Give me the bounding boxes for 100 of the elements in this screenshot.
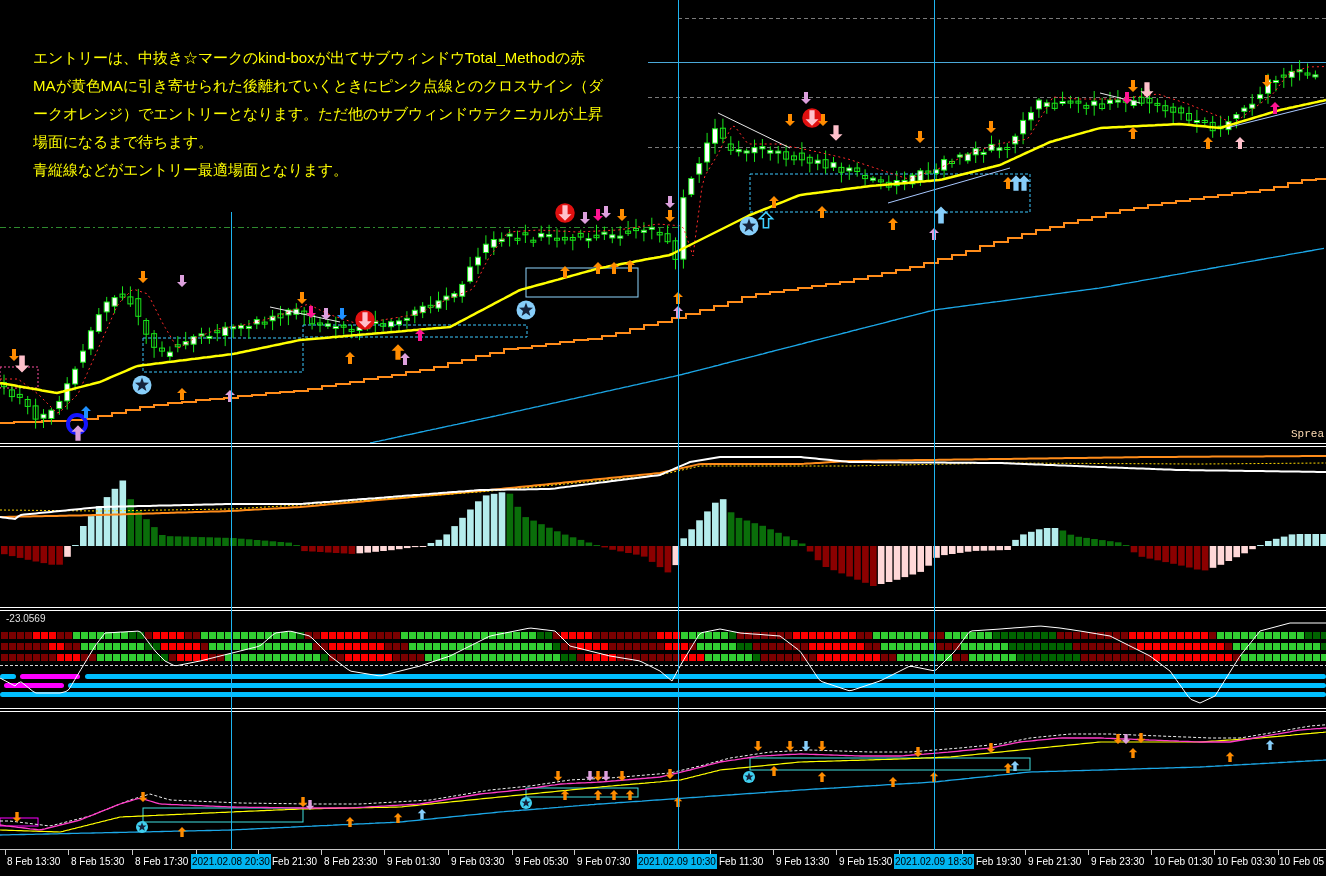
up-arrow-icon [345, 816, 355, 828]
down-arrow-icon [1128, 80, 1138, 92]
up-arrow-icon [1225, 751, 1235, 763]
down-arrow-icon [355, 310, 375, 330]
up-arrow-icon [593, 262, 603, 274]
time-label: 9 Feb 01:30 [387, 855, 441, 869]
spread-label: Sprea [1291, 428, 1324, 441]
down-arrow-icon [817, 740, 827, 752]
down-arrow-icon [138, 271, 148, 283]
time-label: 9 Feb 03:30 [451, 855, 505, 869]
up-arrow-icon [560, 266, 570, 278]
up-arrow-icon [225, 390, 235, 402]
down-arrow-icon [665, 196, 675, 208]
down-arrow-icon [829, 125, 843, 141]
up-arrow-icon [1128, 747, 1138, 759]
up-arrow-icon [393, 812, 403, 824]
up-arrow-icon [1017, 175, 1031, 191]
up-arrow-icon [888, 218, 898, 230]
down-arrow-icon [1262, 75, 1272, 87]
time-label: Feb 11:30 [719, 855, 764, 869]
up-arrow-icon [888, 776, 898, 788]
up-arrow-icon [593, 789, 603, 801]
down-arrow-icon [1122, 92, 1132, 104]
down-arrow-icon [1113, 733, 1123, 745]
up-arrow-icon [345, 352, 355, 364]
up-arrow-icon [560, 789, 570, 801]
signal-band [20, 674, 80, 679]
up-arrow-icon [609, 789, 619, 801]
up-arrow-icon [1128, 127, 1138, 139]
up-arrow-icon [417, 808, 427, 820]
down-arrow-icon [337, 308, 347, 320]
down-arrow-icon [601, 206, 611, 218]
annotation-paragraph: エントリーは、中抜き☆マークのkind-boxが出てサブウィンドウTotal_Methodの赤 MAが黄色MAに引き寄せられた後離れていくときにピンク点線とのクロスサイン（ダ ークオレンジ）でエントリーとなります。ただ他のサブウィンドウテクニカルが上昇 場面になるまで待ちます。 [33, 48, 603, 152]
up-arrow-icon [625, 789, 635, 801]
up-arrow-icon [81, 406, 91, 418]
trend-line [269, 306, 341, 323]
crosshair-time-label: 2021.02.08 20:30 [191, 854, 271, 869]
up-arrow-icon [1003, 762, 1013, 774]
time-label: 10 Feb 01:30 [1154, 855, 1213, 869]
up-arrow-icon [1009, 175, 1023, 191]
up-arrow-icon [673, 306, 683, 318]
up-arrow-icon [400, 353, 410, 365]
down-arrow-icon [665, 768, 675, 780]
trend-line [1099, 92, 1141, 104]
up-arrow-icon [757, 211, 775, 229]
time-label: 10 Feb 03:30 [1217, 855, 1276, 869]
down-arrow-icon [553, 770, 563, 782]
down-arrow-icon [785, 114, 795, 126]
up-arrow-icon [1203, 137, 1213, 149]
down-arrow-icon [297, 292, 307, 304]
down-arrow-icon [915, 131, 925, 143]
time-label: 10 Feb 05 [1279, 855, 1325, 869]
down-arrow-icon [298, 796, 308, 808]
signal-band [0, 674, 16, 679]
down-arrow-icon [665, 210, 675, 222]
up-arrow-icon [934, 206, 948, 224]
crosshair-time-label: 2021.02.09 10:30 [637, 854, 717, 869]
up-arrow-icon [673, 796, 683, 808]
star-icon [136, 821, 148, 833]
down-arrow-icon [305, 799, 315, 811]
down-arrow-icon [555, 203, 575, 223]
down-arrow-icon [593, 209, 603, 221]
time-label: 9 Feb 21:30 [1028, 855, 1082, 869]
time-label: Feb 19:30 [976, 855, 1022, 869]
down-arrow-icon [585, 770, 595, 782]
time-label: Feb 21:30 [272, 855, 318, 869]
time-label: 8 Feb 17:30 [135, 855, 189, 869]
up-arrow-icon [391, 344, 405, 360]
down-arrow-icon [913, 746, 923, 758]
down-arrow-icon [306, 306, 316, 318]
time-label: 8 Feb 23:30 [324, 855, 378, 869]
time-label: 8 Feb 15:30 [71, 855, 125, 869]
up-arrow-icon [1010, 760, 1020, 772]
up-arrow-icon [177, 388, 187, 400]
time-label: 9 Feb 23:30 [1091, 855, 1145, 869]
annotation-paragraph: 青縦線などがエントリー最適場面となります。 [33, 160, 349, 180]
down-arrow-icon [785, 740, 795, 752]
down-arrow-icon [12, 811, 22, 823]
down-arrow-icon [580, 212, 590, 224]
up-arrow-icon [929, 771, 939, 783]
crosshair-time-label: 2021.02.09 18:30 [894, 854, 974, 869]
up-arrow-icon [1235, 137, 1245, 149]
range-frame [0, 366, 39, 389]
down-arrow-icon [1121, 733, 1131, 745]
up-arrow-icon [625, 260, 635, 272]
up-arrow-icon [415, 329, 425, 341]
indicator-value: -23.0569 [6, 613, 46, 625]
up-arrow-icon [177, 826, 187, 838]
ring-icon [66, 413, 88, 435]
down-arrow-icon [1140, 82, 1154, 98]
down-arrow-icon [617, 770, 627, 782]
down-arrow-icon [986, 742, 996, 754]
up-arrow-icon [817, 771, 827, 783]
signal-band [4, 683, 64, 688]
up-arrow-icon [929, 228, 939, 240]
down-arrow-icon [801, 92, 811, 104]
up-arrow-icon [817, 206, 827, 218]
range-frame [0, 817, 39, 827]
time-label: 8 Feb 13:30 [7, 855, 61, 869]
up-arrow-icon [609, 262, 619, 274]
